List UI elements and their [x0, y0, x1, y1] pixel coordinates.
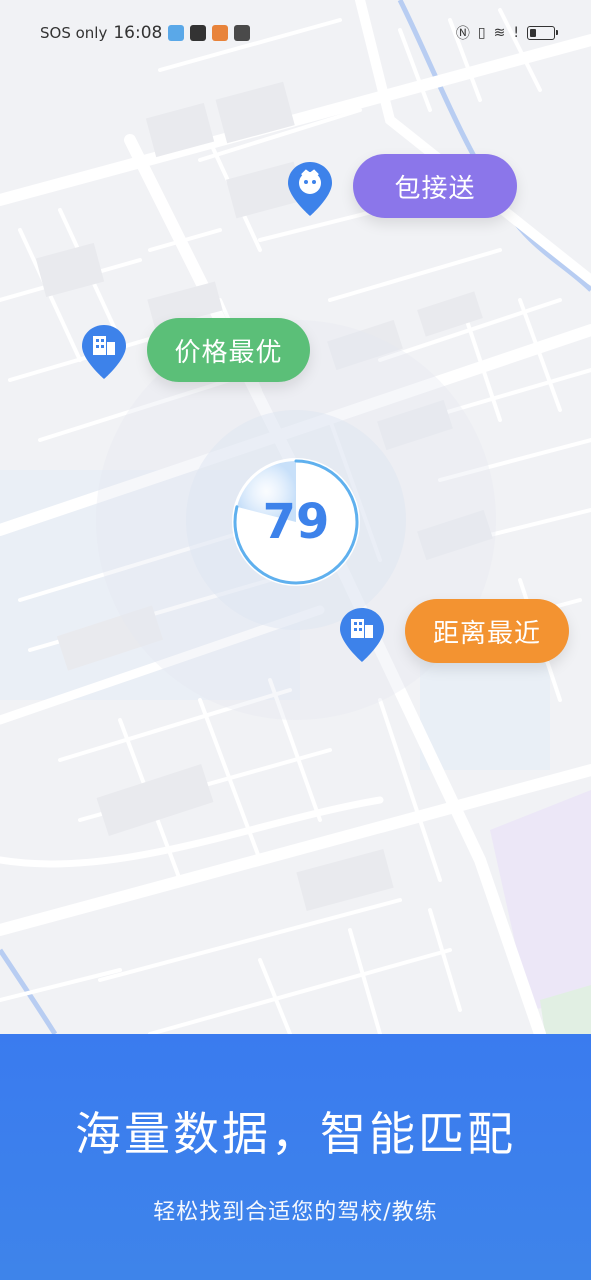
app-notification-icon	[212, 25, 229, 41]
wifi-icon: ≋	[493, 25, 506, 41]
score-value: 79	[262, 494, 330, 550]
clock: 16:08	[113, 23, 163, 43]
match-score-gauge: 79	[226, 452, 366, 592]
avatar-pin-icon[interactable]	[286, 160, 334, 218]
status-bar: SOS only 16:08 Ⓝ ▯ ≋ !	[0, 0, 591, 66]
nfc-icon: Ⓝ	[455, 26, 470, 42]
intro-panel: 海量数据，智能匹配 轻松找到合适您的驾校/教练	[0, 1034, 591, 1280]
panel-title: 海量数据，智能匹配	[75, 1107, 516, 1161]
building-pin-icon[interactable]	[338, 606, 386, 664]
alert-icon: !	[513, 25, 519, 41]
tag-nearest[interactable]: 距离最近	[405, 599, 569, 663]
upload-icon	[190, 25, 207, 41]
app-notification-icon	[234, 25, 251, 41]
vibrate-icon: ▯	[477, 25, 486, 41]
status-right: Ⓝ ▯ ≋ !	[455, 23, 558, 43]
tag-best-price[interactable]: 价格最优	[147, 318, 310, 382]
carrier-label: SOS only	[40, 24, 108, 42]
battery-icon	[527, 26, 558, 40]
panel-subtitle: 轻松找到合适您的驾校/教练	[153, 1200, 438, 1225]
building-pin-icon[interactable]	[80, 323, 128, 381]
app-notification-icon	[168, 25, 185, 41]
tag-pickup[interactable]: 包接送	[353, 154, 517, 218]
status-left: SOS only 16:08	[40, 23, 251, 43]
